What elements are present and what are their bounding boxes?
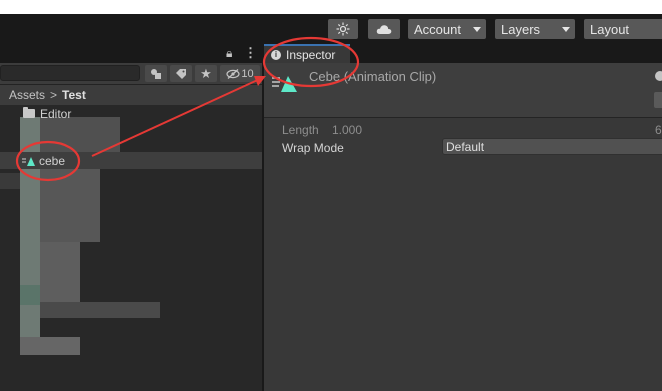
breadcrumb-current[interactable]: Test — [62, 88, 86, 102]
lock-icon[interactable]: 🔒︎ — [226, 46, 232, 61]
list-item-label: Editor — [40, 106, 72, 121]
search-input[interactable] — [0, 65, 140, 81]
length-value: 1.000 — [332, 123, 363, 137]
services-icon — [336, 22, 350, 36]
pixelated-region — [0, 173, 20, 189]
kebab-menu-icon[interactable]: ⋮ — [244, 45, 257, 61]
open-button[interactable] — [654, 92, 662, 108]
length-label: Length — [282, 123, 319, 137]
layers-dropdown[interactable]: Layers — [495, 19, 575, 39]
pixelated-region — [40, 242, 80, 302]
star-icon: ★ — [200, 65, 212, 81]
pixelated-region — [20, 285, 40, 305]
pixelated-region — [40, 162, 100, 242]
hidden-packages-button[interactable]: 10 — [220, 65, 260, 82]
project-panel: 🔒︎ ⋮ ★ 10 Assets > Test Editor cebe — [0, 44, 262, 391]
account-dropdown[interactable]: Account — [408, 19, 486, 39]
account-dropdown-label: Account — [414, 21, 461, 37]
tag-icon — [176, 68, 186, 79]
project-tab-bar: 🔒︎ ⋮ — [0, 44, 262, 63]
folder-icon — [23, 107, 35, 118]
cloud-button[interactable] — [368, 19, 400, 39]
animation-clip-icon — [22, 156, 35, 166]
properties: Length 1.000 6 Wrap Mode Default — [264, 119, 662, 391]
inspector-header: Cebe (Animation Clip) — [264, 63, 662, 118]
tab-inspector[interactable]: i Inspector — [264, 44, 350, 63]
animation-clip-icon — [272, 76, 297, 92]
favorite-button[interactable]: ★ — [195, 65, 217, 82]
inspector-tab-bar: i Inspector — [264, 44, 662, 63]
breadcrumb-root[interactable]: Assets — [9, 88, 45, 102]
filter-by-type-button[interactable] — [145, 65, 167, 82]
layout-dropdown[interactable]: Layout — [584, 19, 662, 39]
hidden-count-label: 10 — [241, 67, 254, 80]
cloud-icon — [376, 24, 392, 34]
filter-by-label-button[interactable] — [170, 65, 192, 82]
info-icon: i — [271, 49, 281, 60]
help-icon[interactable] — [655, 71, 662, 81]
project-toolbar: ★ 10 — [0, 63, 262, 85]
wrap-mode-label: Wrap Mode — [282, 141, 344, 155]
asset-list: Editor cebe — [0, 105, 262, 391]
list-item[interactable]: Editor — [0, 105, 262, 122]
wrap-mode-dropdown[interactable]: Default — [442, 138, 662, 155]
breadcrumb: Assets > Test — [0, 85, 262, 105]
pixelated-region — [40, 302, 160, 318]
breadcrumb-separator: > — [50, 88, 58, 102]
window-top-strip — [0, 0, 662, 14]
asset-title: Cebe (Animation Clip) — [309, 69, 437, 84]
list-item-label: cebe — [39, 153, 66, 168]
chevron-down-icon — [562, 27, 570, 32]
inspector-panel: i Inspector Cebe (Animation Clip) Length… — [264, 44, 662, 391]
tab-inspector-label: Inspector — [286, 47, 336, 62]
shapes-icon — [151, 68, 161, 79]
chevron-down-icon — [473, 27, 481, 32]
list-item[interactable]: cebe — [0, 152, 262, 169]
length-right-value: 6 — [655, 123, 662, 137]
collab-button[interactable] — [328, 19, 358, 39]
layout-dropdown-label: Layout — [590, 21, 630, 37]
eye-slash-icon — [226, 68, 240, 79]
main-toolbar: Account Layers Layout — [0, 14, 662, 44]
pixelated-region — [20, 337, 80, 355]
wrap-mode-value: Default — [446, 139, 485, 154]
layers-dropdown-label: Layers — [501, 21, 541, 37]
